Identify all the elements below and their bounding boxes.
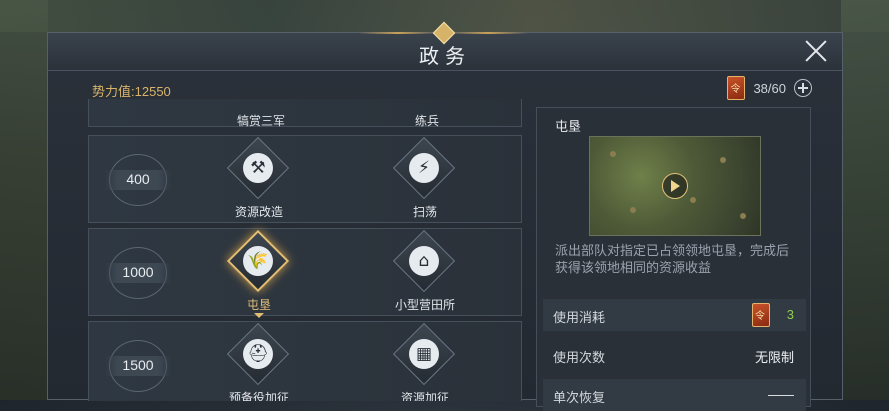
cost-value: 400	[126, 171, 150, 187]
skill-resource-levy[interactable]: ▦ 资源加征	[365, 322, 485, 401]
detail-panel: 屯垦 派出部队对指定已占领领地屯垦，完成后获得该领地相同的资源收益 使用消耗 3…	[536, 107, 811, 411]
list-row: 1000 🌾 屯垦 ⌂ 小型营田所	[88, 228, 522, 318]
title-ornament-line-right	[448, 32, 528, 34]
detail-description: 派出部队对指定已占领领地屯垦，完成后获得该领地相同的资源收益	[555, 243, 790, 275]
skill-label[interactable]: 练兵	[415, 112, 439, 129]
preview-video[interactable]	[589, 136, 761, 236]
power-label: 势力值:	[92, 84, 135, 99]
power-value-display: 势力值:12550	[92, 81, 171, 100]
skill-reserve-levy[interactable]: ⛑ 预备役加征	[199, 322, 319, 401]
detail-title: 屯垦	[555, 119, 582, 134]
skill-label: 小型营田所	[394, 298, 455, 312]
decree-count: 38/60	[753, 80, 786, 96]
info-label: 单次恢复	[553, 390, 606, 405]
list-row: 400 ⚒ 资源改造 ⚡ 扫荡	[88, 135, 522, 223]
skill-label: 屯垦	[246, 298, 271, 312]
list-row: 犒赏三军 练兵	[88, 99, 522, 129]
title-ornament-line-left	[358, 32, 438, 34]
decree-resource: 38/60	[727, 76, 812, 100]
info-row-recovery: 单次恢复 ——	[543, 379, 806, 411]
affairs-panel: 政务 势力值:12550 38/60 犒赏三军 练兵 400 ⚒ 资源改造	[47, 21, 843, 411]
info-label: 使用次数	[553, 350, 606, 365]
background-map-right	[841, 0, 889, 400]
info-row-cost: 使用消耗 3	[543, 299, 806, 331]
play-icon[interactable]	[662, 173, 688, 199]
skill-label: 资源改造	[234, 205, 283, 219]
anvil-icon: ⚒	[243, 153, 273, 183]
info-value: 无限制	[754, 350, 794, 365]
decree-card-icon	[727, 76, 746, 100]
sweep-icon: ⚡	[409, 153, 439, 183]
add-decree-button[interactable]	[794, 79, 812, 97]
cost-badge: 1000	[105, 247, 171, 299]
info-value: 3	[786, 307, 794, 322]
skill-resource-reform[interactable]: ⚒ 资源改造	[199, 136, 319, 222]
affairs-list[interactable]: 犒赏三军 练兵 400 ⚒ 资源改造 ⚡ 扫荡 1000 🌾 屯垦 ⌂ 小型营田…	[88, 99, 524, 401]
list-row: 1500 ⛑ 预备役加征 ▦ 资源加征	[88, 321, 522, 401]
skill-small-farm[interactable]: ⌂ 小型营田所	[365, 229, 485, 315]
background-map-left	[0, 0, 48, 400]
info-row-uses: 使用次数 无限制	[543, 339, 806, 371]
wheat-icon: 🌾	[243, 246, 273, 276]
decree-card-icon	[752, 303, 770, 327]
close-icon[interactable]	[804, 39, 828, 63]
info-label: 使用消耗	[553, 310, 606, 325]
cost-value: 1500	[122, 357, 154, 373]
selection-arrow-icon	[254, 313, 264, 318]
house-icon: ⌂	[409, 246, 439, 276]
cost-value: 1000	[122, 264, 154, 280]
title-bar: 政务	[48, 21, 842, 71]
skill-tunken[interactable]: 🌾 屯垦	[199, 229, 319, 318]
crates-icon: ▦	[409, 339, 439, 369]
skill-label: 资源加征	[400, 391, 449, 401]
skill-label: 预备役加征	[228, 391, 289, 401]
skill-sweep[interactable]: ⚡ 扫荡	[365, 136, 485, 222]
helmet-icon: ⛑	[243, 339, 273, 369]
cost-badge: 400	[105, 154, 171, 206]
window-title: 政务	[419, 46, 471, 68]
cost-badge: 1500	[105, 340, 171, 392]
skill-label[interactable]: 犒赏三军	[237, 112, 285, 129]
power-value: 12550	[134, 84, 171, 99]
skill-label: 扫荡	[412, 205, 437, 219]
